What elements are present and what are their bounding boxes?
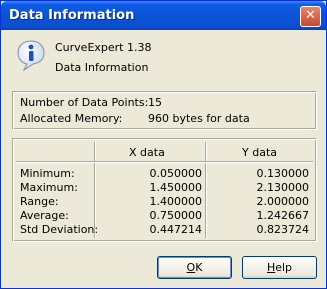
- memory-value: 960 bytes for data: [148, 112, 250, 125]
- row-label: Average:: [20, 209, 69, 222]
- y-value: 1.242667: [256, 209, 310, 222]
- ok-button[interactable]: OK: [157, 256, 232, 279]
- x-value: 1.400000: [149, 195, 203, 208]
- ok-mnemonic: O: [186, 261, 196, 274]
- row-label: Std Deviation:: [20, 223, 99, 236]
- close-button[interactable]: ✕: [300, 6, 321, 27]
- data-points-value: 15: [148, 96, 162, 109]
- help-label-rest: elp: [275, 261, 293, 274]
- y-value: 0.130000: [256, 167, 310, 180]
- dialog-window: Data Information ✕ CurveExpert 1.38 Data…: [0, 0, 327, 289]
- row-label: Minimum:: [20, 167, 75, 180]
- column-header-x: X data: [129, 146, 165, 159]
- summary-panel: Number of Data Points: 15 Allocated Memo…: [12, 91, 317, 130]
- x-value: 0.447214: [149, 223, 203, 236]
- x-value: 0.050000: [149, 167, 203, 180]
- help-button[interactable]: Help: [242, 256, 317, 279]
- stats-table: X data Y data Minimum: 0.050000 0.130000…: [12, 138, 317, 242]
- window-title: Data Information: [9, 8, 135, 23]
- column-divider: [205, 142, 207, 238]
- x-value: 1.450000: [149, 181, 203, 194]
- ok-label-rest: K: [195, 261, 203, 274]
- row-label: Range:: [20, 195, 59, 208]
- y-value: 2.000000: [256, 195, 310, 208]
- app-name: CurveExpert 1.38: [55, 41, 152, 54]
- title-bar[interactable]: Data Information ✕: [1, 1, 326, 30]
- y-value: 0.823724: [256, 223, 310, 236]
- header-divider: [16, 161, 313, 163]
- close-icon: ✕: [305, 8, 316, 23]
- help-mnemonic: H: [266, 261, 276, 274]
- x-value: 0.750000: [149, 209, 203, 222]
- memory-label: Allocated Memory:: [20, 112, 123, 125]
- column-header-y: Y data: [242, 146, 277, 159]
- info-icon: [17, 40, 45, 71]
- y-value: 2.130000: [256, 181, 310, 194]
- row-label: Maximum:: [20, 181, 78, 194]
- header-subtitle: Data Information: [55, 61, 149, 74]
- data-points-label: Number of Data Points:: [20, 96, 149, 109]
- dialog-body: CurveExpert 1.38 Data Information Number…: [4, 30, 323, 285]
